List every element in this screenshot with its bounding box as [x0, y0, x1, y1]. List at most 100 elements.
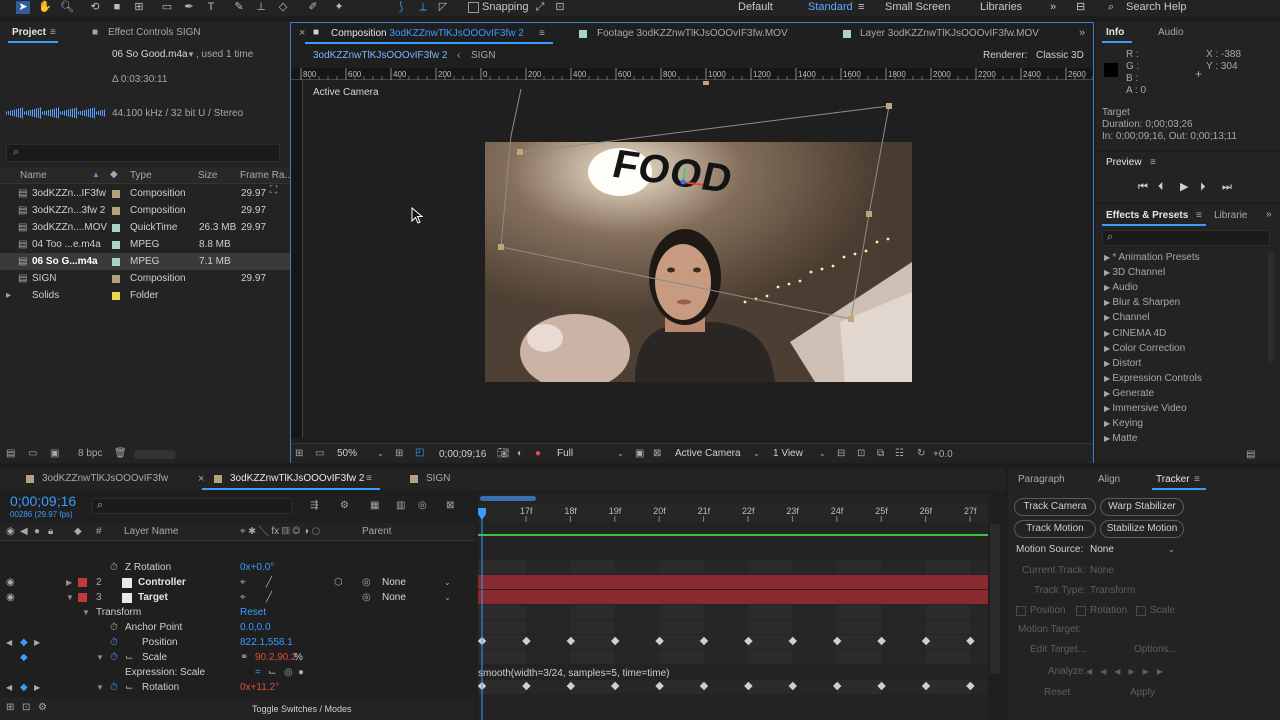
- zoom-chevron-down-icon[interactable]: ⌄: [377, 447, 384, 461]
- comp-mini-flowchart-icon[interactable]: ⇶: [310, 499, 318, 513]
- effects-category[interactable]: ▶ 3D Channel: [1104, 265, 1165, 280]
- project-item-row[interactable]: ▤ 3odKZZn...IF3fw Composition 29.97: [0, 185, 290, 202]
- eraser-tool-icon[interactable]: ◇: [276, 1, 290, 14]
- snapping-checkbox[interactable]: [468, 2, 479, 13]
- layer-label-color[interactable]: [78, 593, 87, 602]
- workspace-edit-icon[interactable]: ⊟: [1076, 0, 1085, 15]
- interpret-footage-icon[interactable]: ▤: [6, 447, 15, 461]
- transform-row[interactable]: ▼ Transform Reset: [0, 605, 476, 620]
- layer-bounding-box[interactable]: [481, 81, 921, 391]
- visibility-eye-icon[interactable]: ◉: [6, 575, 15, 590]
- effects-category[interactable]: ▶ Generate: [1104, 386, 1154, 401]
- stopwatch-active-icon[interactable]: ⏱: [110, 635, 118, 650]
- tab-project[interactable]: Project: [12, 26, 46, 40]
- solo-switch-icon[interactable]: ●: [34, 525, 40, 539]
- previous-keyframe-icon[interactable]: ◀: [6, 680, 12, 695]
- parent-chevron-down-icon[interactable]: ⌄: [444, 590, 451, 605]
- warp-stabilizer-button[interactable]: Warp Stabilizer: [1100, 498, 1184, 516]
- zoom-tool-icon[interactable]: 🔍︎: [60, 1, 74, 14]
- local-axis-icon[interactable]: ⟆: [394, 1, 408, 14]
- next-keyframe-icon[interactable]: ▶: [34, 635, 40, 650]
- rectangle-tool-icon[interactable]: ▭: [160, 1, 174, 14]
- expression-graph-icon[interactable]: ⌙: [268, 665, 276, 680]
- col-size[interactable]: Size: [198, 169, 217, 183]
- position-value[interactable]: 822.1,558.1: [240, 635, 293, 650]
- region-icon[interactable]: ▭: [315, 447, 324, 461]
- track-camera-button[interactable]: Track Camera: [1014, 498, 1096, 516]
- motion-blur-icon[interactable]: ◎: [418, 499, 427, 513]
- exposure-reset-icon[interactable]: ↻: [917, 447, 925, 461]
- snap-edges-icon[interactable]: ⤢: [533, 1, 547, 14]
- layer-row-controller[interactable]: ◉ ▶ 2 Controller ⌖ ╱ ⬡ ◎ None ⌄: [0, 575, 476, 590]
- effects-category[interactable]: ▶ Distort: [1104, 356, 1141, 371]
- graph-icon[interactable]: ⌙: [125, 650, 133, 665]
- layer-label-color[interactable]: [78, 578, 87, 587]
- pick-whip-icon[interactable]: ◎: [362, 590, 371, 605]
- effects-category[interactable]: ▶ Immersive Video: [1104, 401, 1187, 416]
- timeline-tab-comp2[interactable]: 3odKZZnwTlKJsOOOvIF3fw 2: [230, 472, 364, 486]
- close-tab-icon[interactable]: ×: [299, 26, 305, 40]
- view-layout-dropdown[interactable]: 1 View: [773, 447, 803, 461]
- breadcrumb-comp[interactable]: 3odKZZnwTlKJsOOOvIF3fw 2: [313, 49, 447, 63]
- timeline-graph-area[interactable]: 17f 18f 19f 20f 21f 22f 23f 24f 25f 26f 27f smooth…: [478, 494, 988, 720]
- motion-source-chevron-down-icon[interactable]: ⌄: [1168, 543, 1175, 557]
- new-folder-icon[interactable]: ▭: [28, 447, 37, 461]
- more-tabs-icon[interactable]: »: [1266, 208, 1272, 222]
- toggle-switches-modes[interactable]: Toggle Switches / Modes: [252, 702, 352, 716]
- effects-category[interactable]: ▶ Keying: [1104, 416, 1143, 431]
- new-composition-icon[interactable]: ▣: [50, 447, 59, 461]
- magnification-dropdown[interactable]: 50%: [337, 447, 357, 461]
- workspace-libraries[interactable]: Libraries: [980, 0, 1022, 15]
- current-time-display[interactable]: 0;00;09;16: [439, 448, 486, 462]
- type-tool-icon[interactable]: T: [204, 1, 218, 14]
- expression-pickwhip-icon[interactable]: ◎: [284, 665, 293, 680]
- layer-name[interactable]: Controller: [138, 575, 186, 590]
- reset-exposure-icon[interactable]: ⊡: [857, 447, 865, 461]
- mask-visibility-icon[interactable]: ◰: [415, 446, 424, 460]
- effects-menu-icon[interactable]: ≡: [1196, 209, 1202, 223]
- tab-composition[interactable]: Composition 3odKZZnwTlKJsOOOvIF3fw 2: [331, 27, 524, 41]
- transfer-controls-icon[interactable]: ⊡: [22, 701, 30, 715]
- layer-name-header[interactable]: Layer Name: [124, 525, 178, 539]
- flowchart-icon[interactable]: ⧉: [877, 447, 884, 461]
- col-frame-rate[interactable]: Frame Ra...: [240, 169, 293, 183]
- tracker-menu-icon[interactable]: ≡: [1194, 473, 1200, 487]
- project-item-row[interactable]: ▤ 3odKZZn...3fw 2 Composition 29.97: [0, 202, 290, 219]
- views-chevron-down-icon[interactable]: ⌄: [819, 447, 826, 461]
- resolution-chevron-down-icon[interactable]: ⌄: [617, 447, 624, 461]
- hand-tool-icon[interactable]: ✋: [38, 1, 52, 14]
- resolution-dropdown[interactable]: Full: [557, 447, 573, 461]
- previous-frame-icon[interactable]: ⏴: [1158, 180, 1164, 194]
- audio-switch-icon[interactable]: ◀: [20, 525, 28, 539]
- effect-controls-lock-icon[interactable]: ■: [92, 26, 98, 40]
- quality-switch-icon[interactable]: ╱: [266, 590, 272, 605]
- switches-header-icon[interactable]: ⌖ ✱ ╲ fx ▥ ◎ ◑ ⬡: [240, 525, 320, 539]
- composition-flowchart-icon[interactable]: ☷: [895, 447, 904, 461]
- project-item-row[interactable]: ▤ 04 Too ...e.m4a MPEG 8.8 MB: [0, 236, 290, 253]
- puppet-tool-icon[interactable]: ✦: [332, 1, 346, 14]
- camera-tool-icon[interactable]: ■: [110, 1, 124, 14]
- project-item-row[interactable]: ▤ 06 So G...m4a MPEG 7.1 MB: [0, 253, 290, 270]
- add-keyframe-icon[interactable]: ◆: [20, 680, 28, 695]
- workspace-menu-icon[interactable]: ≡: [858, 0, 864, 15]
- renderer-value[interactable]: Classic 3D: [1036, 49, 1084, 63]
- tab-info[interactable]: Info: [1106, 26, 1124, 40]
- tab-libraries[interactable]: Librarie: [1214, 209, 1247, 223]
- collapse-arrow-icon[interactable]: ▼: [82, 605, 90, 620]
- col-name[interactable]: Name: [20, 169, 47, 183]
- workspace-small-screen[interactable]: Small Screen: [885, 0, 950, 15]
- effects-category[interactable]: ▶ Matte: [1104, 431, 1137, 446]
- effects-scrollbar[interactable]: [1268, 252, 1274, 362]
- video-switch-icon[interactable]: ◉: [6, 525, 15, 539]
- effects-category[interactable]: ▶ Blur & Sharpen: [1104, 295, 1180, 310]
- anchor-point-value[interactable]: 0.0,0.0: [240, 620, 271, 635]
- add-keyframe-icon[interactable]: ◆: [20, 650, 28, 665]
- snapshot-icon[interactable]: 📷︎: [497, 447, 510, 461]
- timeline-menu-icon[interactable]: ≡: [366, 472, 372, 486]
- thumbnail-scale-slider[interactable]: [134, 450, 176, 459]
- frame-blending-icon[interactable]: ▥: [396, 499, 405, 513]
- label-tag-icon[interactable]: ◆: [110, 168, 118, 182]
- project-search-input[interactable]: ⌕: [6, 144, 280, 162]
- project-menu-icon[interactable]: ≡: [50, 26, 56, 40]
- scale-value[interactable]: 90.2,90.2: [255, 650, 297, 665]
